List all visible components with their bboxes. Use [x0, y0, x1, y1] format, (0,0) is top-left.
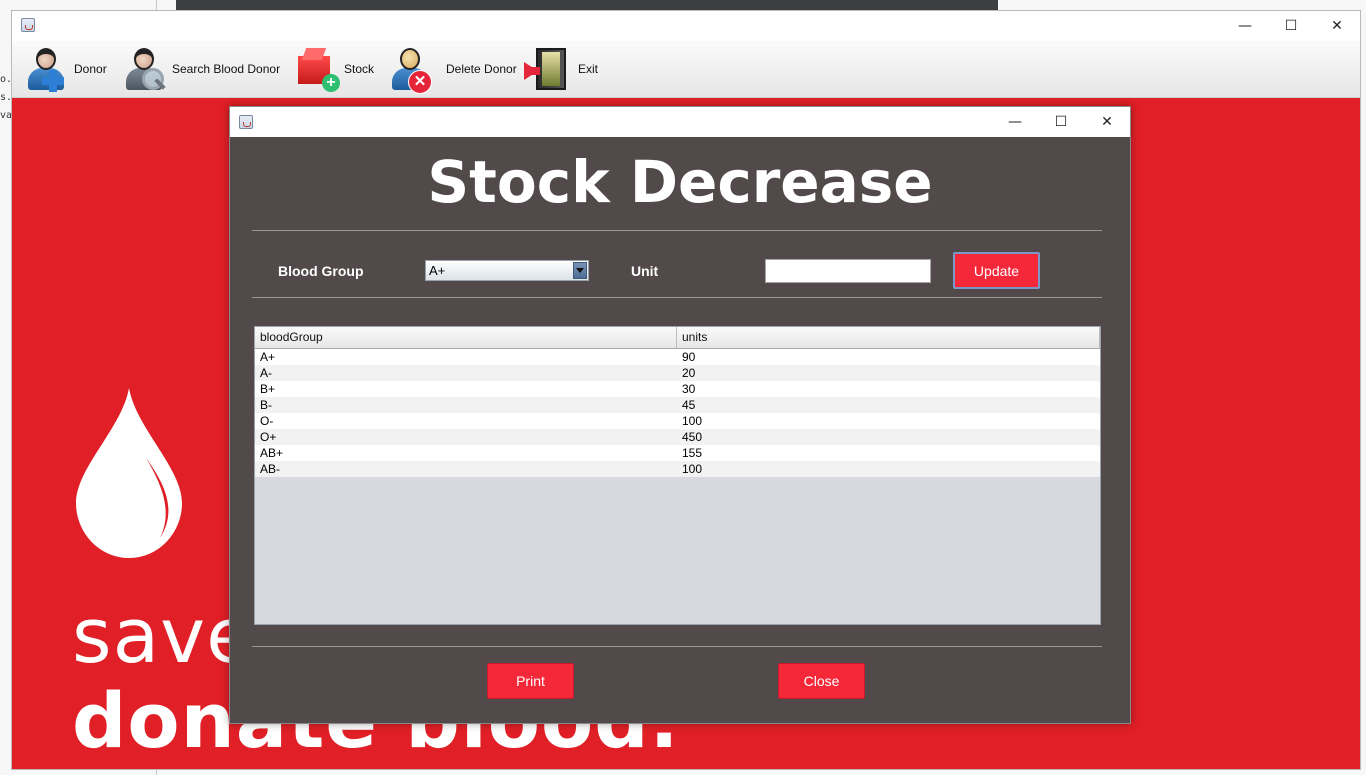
toolbar-delete-donor-label: Delete Donor: [446, 62, 517, 76]
cell-bloodgroup: AB-: [260, 462, 281, 476]
java-app-icon: [239, 115, 253, 129]
dialog-maximize-button[interactable]: ☐: [1038, 107, 1084, 137]
blood-drop-icon: [76, 388, 182, 558]
toolbar-stock-label: Stock: [344, 62, 375, 76]
cell-bloodgroup: O+: [260, 430, 277, 444]
cell-units: 30: [682, 382, 696, 396]
table-body: A+ 90 A- 20 B+ 30 B- 45 O- 100 O+ 450 AB+ 155 A…: [255, 349, 1100, 477]
toolbar-exit-label: Exit: [578, 62, 599, 76]
add-donor-icon: [24, 46, 70, 92]
main-titlebar: — ☐ ✕: [12, 11, 1360, 41]
table-row[interactable]: O- 100: [255, 413, 1100, 429]
cell-units: 100: [682, 414, 703, 428]
cell-units: 90: [682, 350, 696, 364]
column-header-units[interactable]: units: [677, 327, 1100, 348]
table-row[interactable]: O+ 450: [255, 429, 1100, 445]
print-button[interactable]: Print: [487, 663, 574, 699]
cell-units: 20: [682, 366, 696, 380]
search-donor-icon: [122, 46, 168, 92]
table-row[interactable]: AB- 100: [255, 461, 1100, 477]
dialog-close-button[interactable]: ✕: [1084, 107, 1130, 137]
toolbar-delete-donor-button[interactable]: ✕ Delete Donor: [388, 41, 517, 97]
update-button[interactable]: Update: [953, 252, 1040, 289]
maximize-button[interactable]: ☐: [1268, 11, 1314, 41]
column-header-bloodgroup[interactable]: bloodGroup: [255, 327, 677, 348]
cell-bloodgroup: B-: [260, 398, 272, 412]
cell-bloodgroup: A-: [260, 366, 272, 380]
ide-editor-strip: [176, 0, 998, 10]
minimize-button[interactable]: —: [1222, 11, 1268, 41]
exit-icon: [522, 46, 568, 92]
table-row[interactable]: B+ 30: [255, 381, 1100, 397]
table-row[interactable]: AB+ 155: [255, 445, 1100, 461]
cell-bloodgroup: A+: [260, 350, 276, 364]
toolbar-search-donor-label: Search Blood Donor: [172, 62, 281, 76]
table-row[interactable]: B- 45: [255, 397, 1100, 413]
delete-donor-icon: ✕: [388, 46, 434, 94]
dialog-minimize-button[interactable]: —: [992, 107, 1038, 137]
cell-units: 450: [682, 430, 703, 444]
stock-decrease-dialog: — ☐ ✕ Stock Decrease Blood Group A+ Unit…: [229, 106, 1131, 724]
poster-line-save: save: [72, 591, 254, 680]
toolbar-exit-button[interactable]: Exit: [522, 41, 598, 97]
java-app-icon: [21, 18, 35, 32]
toolbar-stock-button[interactable]: + Stock: [294, 41, 374, 97]
cell-units: 45: [682, 398, 696, 412]
unit-input[interactable]: [765, 259, 931, 283]
stock-table[interactable]: bloodGroup units A+ 90 A- 20 B+ 30 B- 45 O- 1…: [254, 326, 1101, 625]
toolbar-donor-button[interactable]: Donor: [24, 41, 107, 97]
table-header: bloodGroup units: [255, 327, 1100, 349]
cell-units: 100: [682, 462, 703, 476]
chevron-down-icon[interactable]: [573, 262, 587, 279]
cell-bloodgroup: AB+: [260, 446, 284, 460]
blood-group-select[interactable]: A+: [425, 260, 589, 281]
blood-group-label: Blood Group: [278, 263, 364, 279]
table-row[interactable]: A- 20: [255, 365, 1100, 381]
stock-icon: +: [294, 46, 340, 92]
cell-bloodgroup: O-: [260, 414, 274, 428]
toolbar-search-donor-button[interactable]: Search Blood Donor: [122, 41, 280, 97]
close-button[interactable]: ✕: [1314, 11, 1360, 41]
blood-group-selected-value: A+: [429, 263, 446, 278]
main-toolbar: Donor Search Blood Donor + Stock ✕ Delet…: [12, 41, 1360, 98]
toolbar-donor-label: Donor: [74, 62, 107, 76]
dialog-heading: Stock Decrease: [427, 148, 933, 216]
separator-top: [252, 230, 1102, 231]
unit-label: Unit: [631, 263, 659, 279]
cell-units: 155: [682, 446, 703, 460]
close-dialog-button[interactable]: Close: [778, 663, 865, 699]
table-row[interactable]: A+ 90: [255, 349, 1100, 365]
separator-bottom: [252, 646, 1102, 647]
separator-middle: [252, 297, 1102, 298]
dialog-titlebar: — ☐ ✕: [230, 107, 1130, 137]
cell-bloodgroup: B+: [260, 382, 276, 396]
